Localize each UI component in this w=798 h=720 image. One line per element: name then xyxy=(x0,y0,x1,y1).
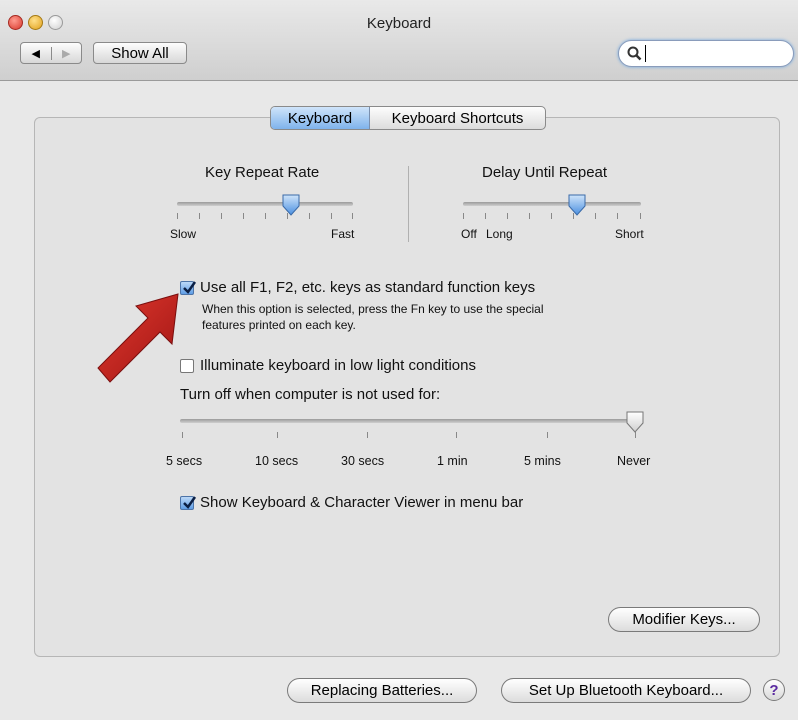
search-input[interactable] xyxy=(618,40,794,67)
turn-off-track[interactable] xyxy=(180,419,643,423)
setup-bluetooth-button[interactable]: Set Up Bluetooth Keyboard... xyxy=(501,678,751,703)
key-repeat-track[interactable] xyxy=(177,202,353,206)
delay-repeat-max-label: Short xyxy=(615,227,644,241)
turn-off-tick-label: 5 mins xyxy=(524,454,561,468)
slider-divider xyxy=(408,166,409,242)
fn-keys-description-2: features printed on each key. xyxy=(202,318,356,332)
turn-off-label: Turn off when computer is not used for: xyxy=(180,386,441,403)
back-forward-control[interactable]: ◀ ▶ xyxy=(20,42,82,64)
turn-off-tick-label: 5 secs xyxy=(166,454,203,468)
modifier-keys-button[interactable]: Modifier Keys... xyxy=(608,607,760,632)
tab-keyboard[interactable]: Keyboard xyxy=(271,107,370,129)
viewer-label[interactable]: Show Keyboard & Character Viewer in menu… xyxy=(200,494,523,511)
illuminate-label[interactable]: Illuminate keyboard in low light conditi… xyxy=(200,357,476,374)
red-arrow-icon xyxy=(97,293,179,383)
turn-off-knob[interactable] xyxy=(625,410,645,434)
tab-bar: Keyboard Keyboard Shortcuts xyxy=(270,106,546,130)
viewer-checkbox[interactable] xyxy=(180,496,197,510)
turn-off-tick-label: 30 secs xyxy=(341,454,385,468)
turn-off-tick-label: 1 min xyxy=(437,454,468,468)
delay-repeat-title: Delay Until Repeat xyxy=(482,164,608,181)
window-title: Keyboard xyxy=(366,15,432,32)
text-cursor xyxy=(645,45,646,62)
key-repeat-min-label: Slow xyxy=(170,227,197,241)
delay-repeat-mid-label: Long xyxy=(486,227,513,241)
delay-repeat-min-label: Off xyxy=(461,227,477,241)
show-all-button[interactable]: Show All xyxy=(93,42,187,64)
key-repeat-knob[interactable] xyxy=(281,193,301,217)
key-repeat-title: Key Repeat Rate xyxy=(205,164,320,181)
delay-repeat-ticks xyxy=(463,213,641,219)
search-icon xyxy=(627,46,642,61)
delay-repeat-knob[interactable] xyxy=(567,193,587,217)
delay-repeat-track[interactable] xyxy=(463,202,641,206)
checkmark-icon xyxy=(183,496,197,509)
turn-off-tick-label: Never xyxy=(617,454,651,468)
turn-off-tick-label: 10 secs xyxy=(255,454,299,468)
help-button[interactable]: ? xyxy=(763,679,785,701)
forward-arrow-icon[interactable]: ▶ xyxy=(52,47,82,60)
back-arrow-icon[interactable]: ◀ xyxy=(21,46,52,60)
turn-off-ticks xyxy=(180,432,643,438)
replacing-batteries-button[interactable]: Replacing Batteries... xyxy=(287,678,477,703)
fn-keys-description-1: When this option is selected, press the … xyxy=(202,302,544,316)
fn-keys-label[interactable]: Use all F1, F2, etc. keys as standard fu… xyxy=(200,279,535,296)
tab-keyboard-shortcuts[interactable]: Keyboard Shortcuts xyxy=(370,107,545,129)
key-repeat-max-label: Fast xyxy=(331,227,355,241)
key-repeat-ticks xyxy=(177,213,353,219)
illuminate-checkbox[interactable] xyxy=(180,359,194,373)
